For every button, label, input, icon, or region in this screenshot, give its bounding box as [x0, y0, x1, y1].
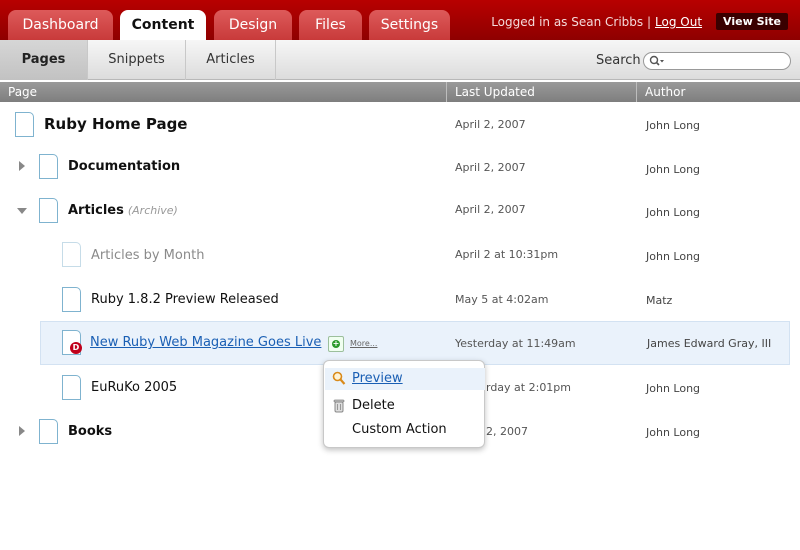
column-header: Page Last Updated Author: [0, 82, 800, 102]
author: Matz: [646, 294, 673, 307]
page-title[interactable]: Ruby Home Page: [44, 115, 187, 133]
menu-item-label: Delete: [352, 398, 395, 413]
page-title[interactable]: Ruby 1.8.2 Preview Released: [91, 292, 279, 307]
last-updated: 2, 2007: [486, 425, 528, 438]
page-icon: [15, 112, 34, 137]
page-title[interactable]: Books: [68, 424, 112, 439]
logout-link[interactable]: Log Out: [655, 15, 702, 29]
menu-item-label: Custom Action: [352, 422, 447, 437]
last-updated: April 2, 2007: [455, 203, 526, 216]
page-title-text: Articles: [68, 203, 124, 218]
last-updated: April 2, 2007: [455, 118, 526, 131]
menu-item-label: Preview: [352, 371, 403, 386]
last-updated: rday at 2:01pm: [486, 381, 572, 394]
menu-item-delete[interactable]: Delete: [325, 395, 485, 417]
page-title[interactable]: Articles by Month: [91, 248, 204, 263]
page-title[interactable]: Documentation: [68, 159, 180, 174]
collapse-arrow-icon[interactable]: [16, 207, 28, 215]
author: John Long: [646, 250, 701, 263]
draft-badge-icon: D: [70, 342, 82, 354]
archive-tag: (Archive): [127, 204, 178, 217]
more-link[interactable]: More...: [350, 339, 377, 348]
table-row[interactable]: Articles by Month April 2 at 10:31pm Joh…: [0, 234, 800, 278]
page-icon: [62, 287, 81, 312]
subtab-snippets[interactable]: Snippets: [88, 40, 186, 80]
menu-item-custom-action[interactable]: Custom Action: [325, 419, 485, 441]
expand-arrow-icon[interactable]: [18, 160, 26, 172]
author: John Long: [646, 119, 701, 132]
tab-dashboard[interactable]: Dashboard: [8, 10, 113, 40]
logged-in-text: Logged in as Sean Cribbs |: [491, 14, 652, 29]
search-input[interactable]: [643, 52, 791, 70]
page-icon: [39, 419, 58, 444]
last-updated: April 2, 2007: [455, 161, 526, 174]
last-updated: May 5 at 4:02am: [455, 293, 549, 306]
trash-icon: [333, 399, 345, 413]
top-nav-bar: Dashboard Content Design Files Settings …: [0, 0, 800, 40]
author: John Long: [646, 382, 701, 395]
subtab-pages[interactable]: Pages: [0, 40, 88, 80]
table-row[interactable]: Ruby 1.8.2 Preview Released May 5 at 4:0…: [0, 278, 800, 322]
page-icon: [62, 242, 81, 267]
tab-settings[interactable]: Settings: [369, 10, 450, 40]
add-child-button[interactable]: +: [328, 336, 344, 352]
tab-design[interactable]: Design: [214, 10, 292, 40]
page-title[interactable]: Articles (Archive): [68, 203, 178, 218]
column-last-updated[interactable]: Last Updated: [446, 82, 636, 102]
magnifier-icon: [649, 55, 664, 66]
author: John Long: [646, 163, 701, 176]
menu-item-preview[interactable]: Preview: [325, 368, 485, 390]
column-page[interactable]: Page: [0, 82, 446, 102]
last-updated: Yesterday at 11:49am: [455, 337, 576, 350]
expand-arrow-icon[interactable]: [18, 425, 26, 437]
table-row[interactable]: Articles (Archive) April 2, 2007 John Lon…: [0, 190, 800, 234]
subtab-articles[interactable]: Articles: [186, 40, 276, 80]
magnifier-icon: [332, 371, 346, 385]
author: James Edward Gray, III: [647, 337, 772, 350]
author: John Long: [646, 206, 701, 219]
column-author[interactable]: Author: [636, 82, 800, 102]
page-icon: [39, 154, 58, 179]
table-row-selected[interactable]: D New Ruby Web Magazine Goes Live + More…: [40, 321, 790, 365]
table-row[interactable]: Ruby Home Page April 2, 2007 John Long: [0, 103, 800, 147]
last-updated: April 2 at 10:31pm: [455, 248, 559, 261]
page-title[interactable]: EuRuKo 2005: [91, 380, 177, 395]
page-icon: [62, 375, 81, 400]
view-site-button[interactable]: View Site: [716, 13, 788, 30]
search-label: Search: [596, 53, 641, 68]
user-area: Logged in as Sean Cribbs | Log Out View …: [491, 13, 788, 30]
tab-files[interactable]: Files: [299, 10, 362, 40]
page-title[interactable]: New Ruby Web Magazine Goes Live: [90, 335, 321, 350]
author: John Long: [646, 426, 701, 439]
page-actions-menu: Preview Delete Custom Action: [323, 360, 485, 448]
add-child-icon: +: [332, 339, 340, 348]
tab-content[interactable]: Content: [120, 10, 206, 40]
table-row[interactable]: Documentation April 2, 2007 John Long: [0, 146, 800, 190]
page-icon: [39, 198, 58, 223]
